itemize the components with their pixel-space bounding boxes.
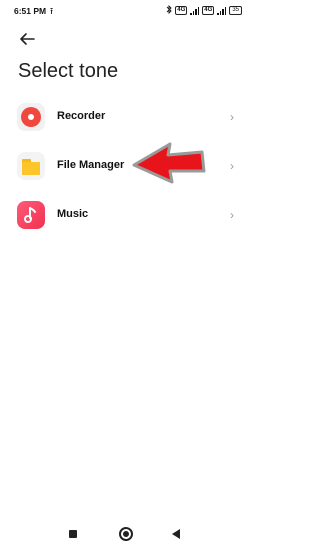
system-nav-bar: [0, 520, 250, 550]
tone-source-list: Recorder › File Manager › Music ›: [0, 96, 250, 243]
red-arrow-icon: [132, 142, 206, 184]
music-note-icon: [17, 201, 45, 229]
status-time: 6:51 PM: [14, 6, 47, 16]
list-item-music[interactable]: Music ›: [0, 194, 250, 243]
signal-bars-icon: [190, 6, 200, 15]
page-title: Select tone: [18, 60, 119, 82]
battery-indicator: 35: [229, 6, 242, 15]
sim1-badge: 4G: [175, 6, 188, 15]
list-item-label: Music: [57, 208, 89, 220]
network-badge: 4G: [202, 6, 215, 15]
list-item-label: File Manager: [57, 159, 125, 171]
signal-bars-icon-2: [217, 6, 227, 15]
upload-arrow-icon: ⭱: [50, 6, 54, 16]
list-item-file-manager[interactable]: File Manager ›: [0, 145, 250, 194]
square-icon[interactable]: [69, 530, 77, 538]
bluetooth-icon: [166, 4, 172, 16]
list-item-label: Recorder: [57, 110, 106, 122]
chevron-right-icon: ›: [230, 159, 234, 173]
arrow-left-icon: [20, 33, 35, 45]
list-item-recorder[interactable]: Recorder ›: [0, 96, 250, 145]
status-bar: 6:51 PM ⭱ 4G 4G 35: [0, 0, 250, 22]
back-button[interactable]: [16, 28, 38, 50]
recorder-icon: [17, 103, 45, 131]
chevron-right-icon: ›: [230, 110, 234, 124]
chevron-right-icon: ›: [230, 208, 234, 222]
triangle-back-icon[interactable]: [172, 529, 180, 539]
status-icons: 4G 4G 35: [166, 4, 242, 16]
circle-icon[interactable]: [119, 527, 133, 541]
folder-icon: [17, 152, 45, 180]
